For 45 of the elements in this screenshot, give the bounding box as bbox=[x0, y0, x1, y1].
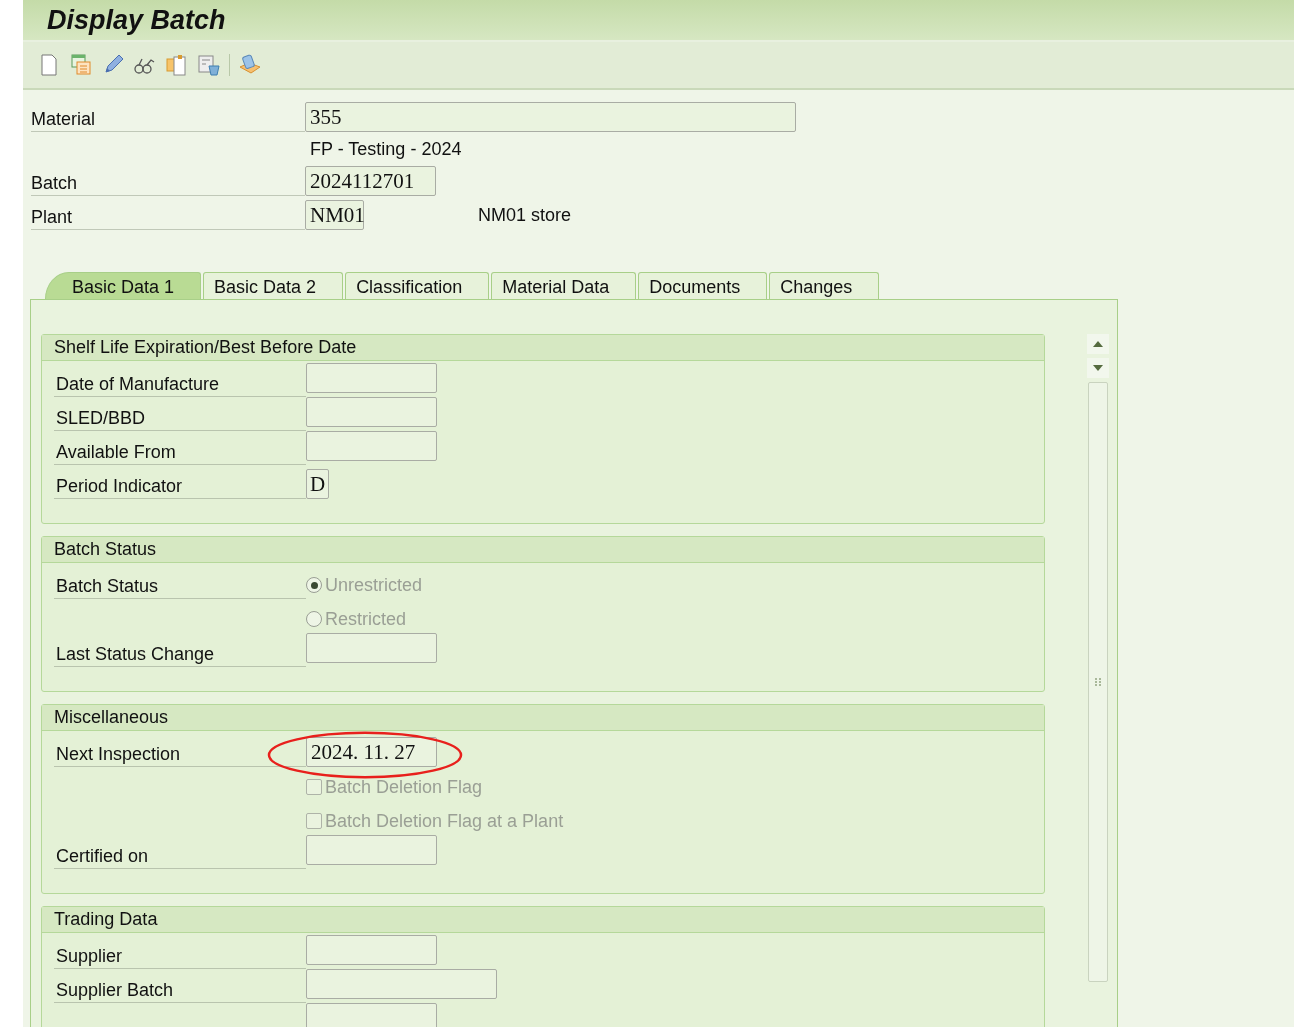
input-field[interactable]: NM01 bbox=[305, 200, 364, 230]
input-field[interactable]: D bbox=[306, 469, 329, 499]
group-title: Batch Status bbox=[54, 539, 157, 559]
field-label: Supplier bbox=[56, 946, 123, 966]
field-label: Material bbox=[31, 109, 305, 132]
field-label: Period Indicator bbox=[56, 476, 183, 496]
grip-icon[interactable] bbox=[1095, 678, 1101, 686]
tab[interactable]: Classification bbox=[345, 272, 490, 299]
input-field[interactable]: 2024112701 bbox=[305, 166, 436, 196]
input-field[interactable] bbox=[306, 969, 497, 999]
input-field[interactable] bbox=[306, 835, 437, 865]
field-label: Date of Manufacture bbox=[56, 374, 220, 394]
clipboard-icon[interactable] bbox=[165, 53, 189, 77]
field-label: Next Inspection bbox=[56, 744, 181, 764]
input-field[interactable] bbox=[306, 397, 437, 427]
group-title: Shelf Life Expiration/Best Before Date bbox=[54, 337, 357, 357]
field-label: Available From bbox=[56, 442, 176, 462]
group-title: Trading Data bbox=[54, 909, 158, 929]
tab[interactable]: Documents bbox=[638, 272, 768, 299]
input-field[interactable] bbox=[306, 363, 437, 393]
field-label: Last Status Change bbox=[56, 644, 215, 664]
field-description: NM01 store bbox=[478, 204, 572, 226]
field-label: Supplier Batch bbox=[56, 980, 174, 1000]
field-label: Plant bbox=[31, 207, 305, 230]
input-field[interactable]: 2024. 11. 27 bbox=[306, 737, 437, 767]
input-field[interactable] bbox=[306, 1003, 437, 1027]
material-description: FP - Testing - 2024 bbox=[309, 138, 462, 160]
tab[interactable]: Basic Data 2 bbox=[203, 272, 344, 299]
field-label: Batch bbox=[31, 173, 305, 196]
input-field[interactable]: 355 bbox=[305, 102, 796, 132]
field-label: Certified on bbox=[56, 846, 149, 866]
field-label: SLED/BBD bbox=[56, 408, 146, 428]
tab[interactable]: Basic Data 1 bbox=[45, 272, 202, 299]
scroll-down-icon[interactable] bbox=[1087, 358, 1109, 378]
trash-icon[interactable] bbox=[197, 53, 221, 77]
input-field[interactable] bbox=[306, 633, 437, 663]
scroll-up-icon[interactable] bbox=[1087, 334, 1109, 354]
group-title: Miscellaneous bbox=[54, 707, 169, 727]
field-label: Batch Status bbox=[56, 576, 159, 596]
input-field[interactable] bbox=[306, 431, 437, 461]
input-field[interactable] bbox=[306, 935, 437, 965]
tab[interactable]: Material Data bbox=[491, 272, 637, 299]
windows-icon[interactable] bbox=[69, 53, 93, 77]
tab[interactable]: Changes bbox=[769, 272, 880, 299]
window-title: Display Batch bbox=[47, 4, 226, 36]
